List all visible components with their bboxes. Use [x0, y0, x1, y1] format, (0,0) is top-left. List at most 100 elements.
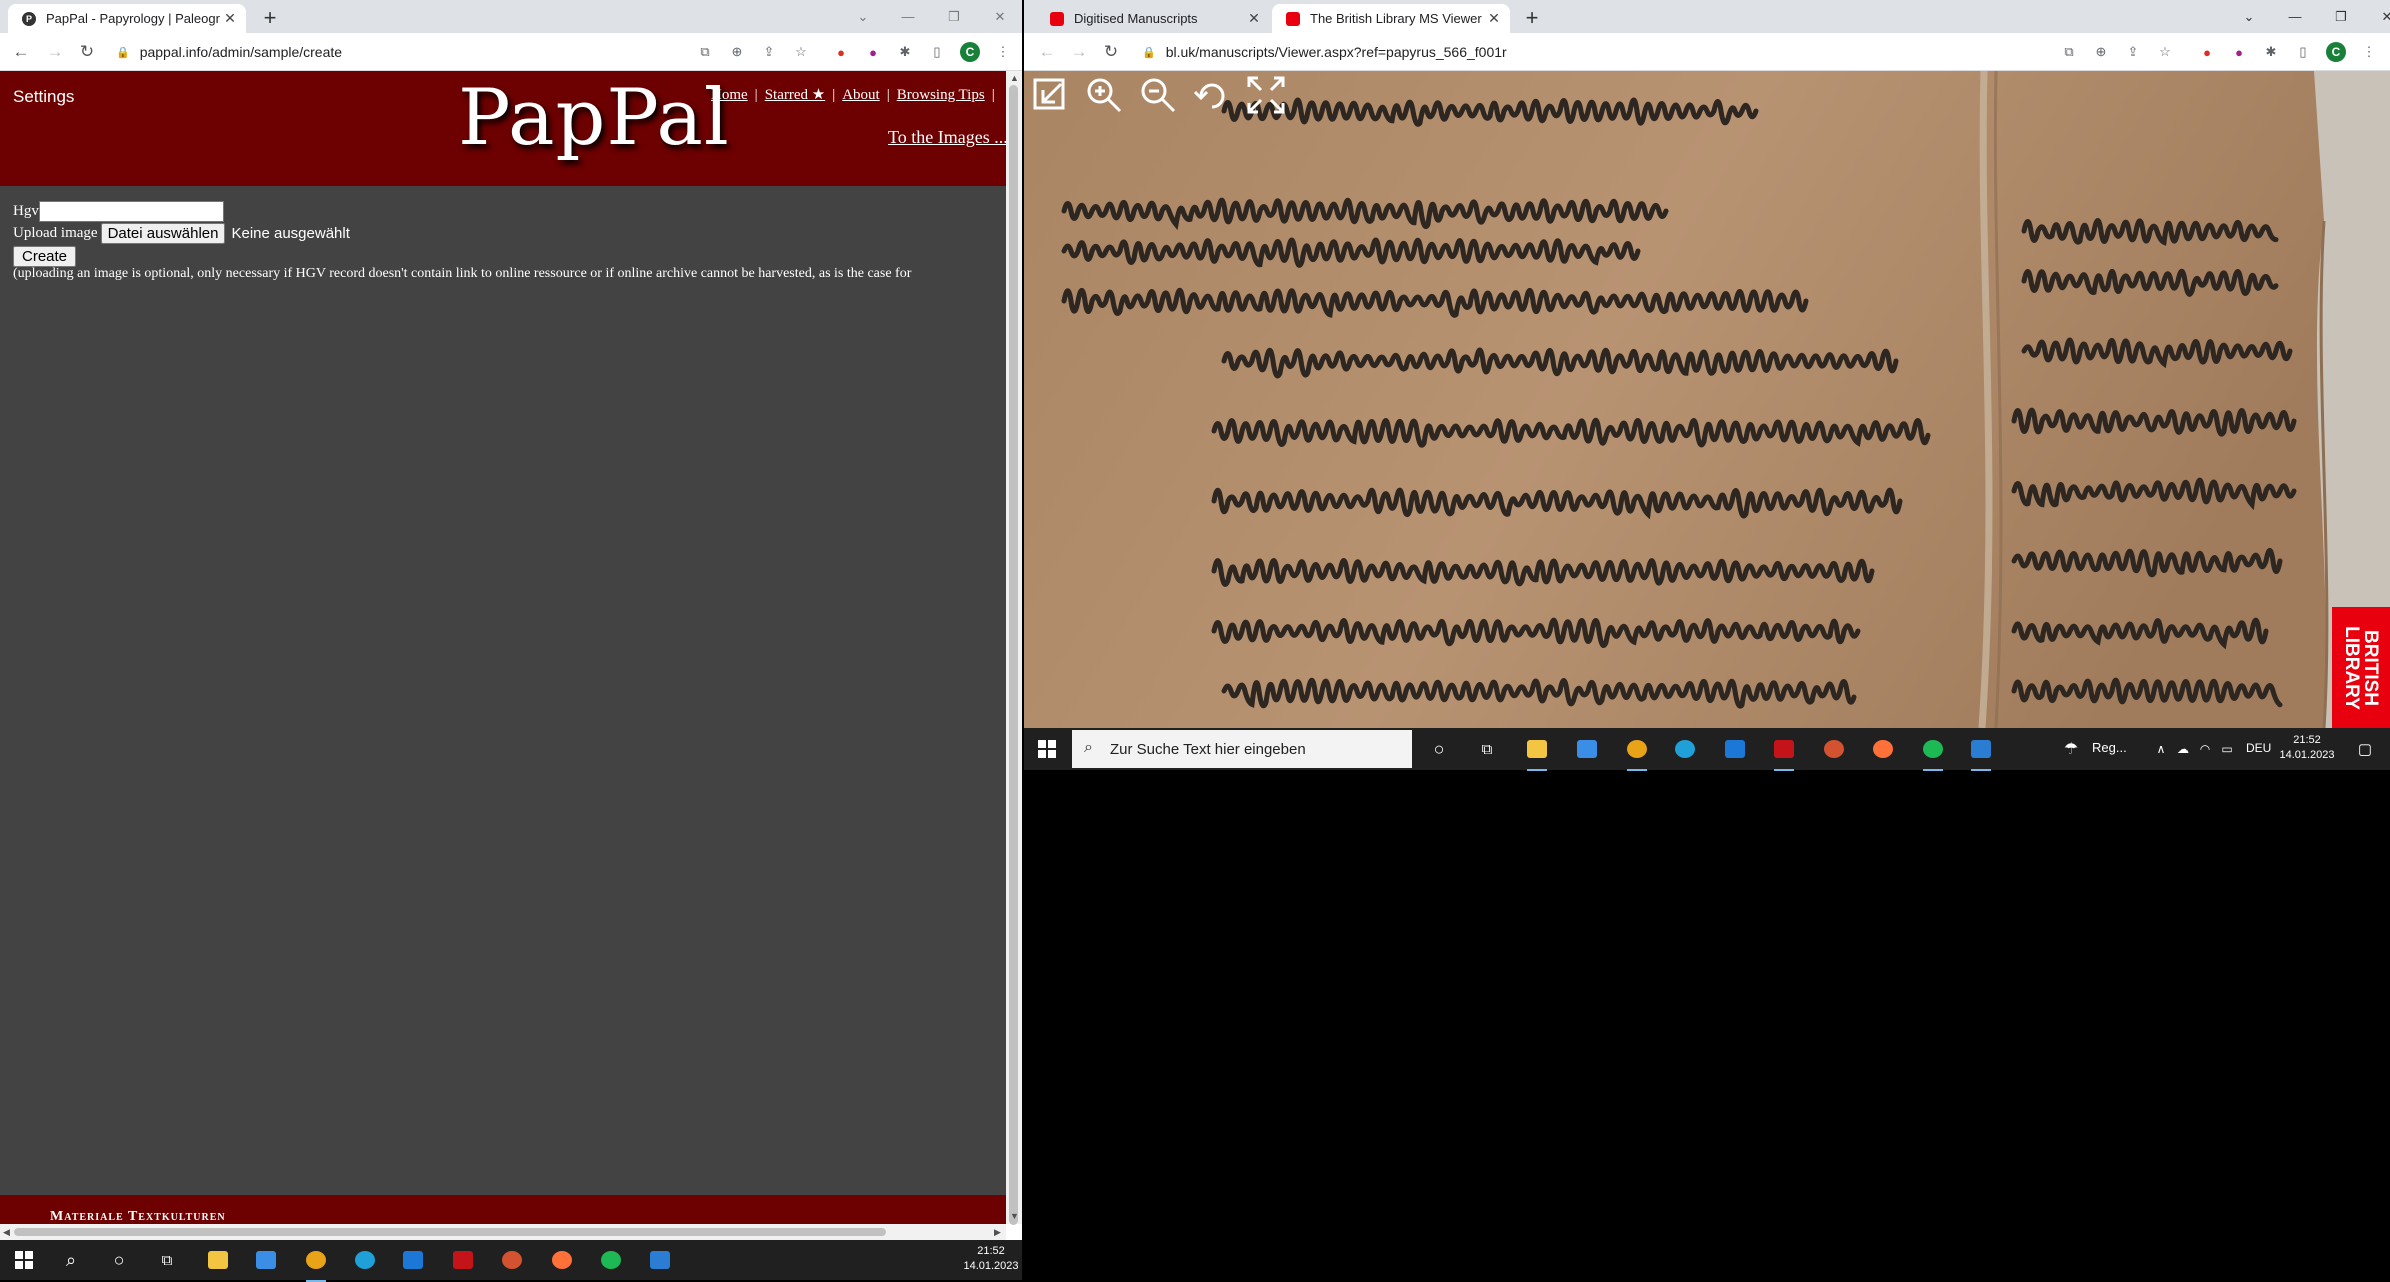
- tab-digitised-manuscripts[interactable]: Digitised Manuscripts ✕: [1032, 4, 1270, 33]
- minimize-icon[interactable]: —: [887, 0, 929, 33]
- taskbar-clock[interactable]: 21:52 14.01.2023: [956, 1244, 1026, 1274]
- share-icon[interactable]: ⇪: [758, 41, 780, 63]
- taskbar-clock[interactable]: 21:52 14.01.2023: [2272, 733, 2342, 763]
- papyrus-image[interactable]: [1024, 71, 2390, 728]
- extensions-puzzle-icon[interactable]: ✱: [2260, 41, 2282, 63]
- windows-start-icon[interactable]: [11, 1247, 37, 1273]
- extensions-puzzle-icon[interactable]: ✱: [894, 41, 916, 63]
- settings-link[interactable]: Settings: [13, 87, 74, 107]
- close-window-icon[interactable]: ✕: [979, 0, 1021, 33]
- sidepanel-icon[interactable]: ▯: [2292, 41, 2314, 63]
- weather-icon[interactable]: ☂: [2058, 736, 2084, 762]
- windows-start-icon[interactable]: [1034, 736, 1060, 762]
- sidepanel-icon[interactable]: ▯: [926, 41, 948, 63]
- restore-icon[interactable]: ❐: [933, 0, 975, 33]
- tab-search-icon[interactable]: ⌄: [2228, 0, 2270, 33]
- tab-pappal[interactable]: P PapPal - Papyrology | Paleograph ✕: [8, 4, 246, 33]
- british-library-badge[interactable]: BRITISH LIBRARY: [2332, 607, 2390, 728]
- mail-icon[interactable]: [1722, 736, 1748, 762]
- extension-red-icon[interactable]: ●: [2196, 41, 2218, 63]
- mail-icon[interactable]: [400, 1247, 426, 1273]
- exit-icon[interactable]: [1028, 73, 1072, 117]
- task-view-icon[interactable]: ⧉: [154, 1247, 180, 1273]
- zoom-in-icon[interactable]: [1082, 73, 1126, 117]
- address-bar[interactable]: 🔒 pappal.info/admin/sample/create: [116, 38, 676, 66]
- file-explorer-icon[interactable]: [1524, 736, 1550, 771]
- extension-purple-icon[interactable]: ●: [2228, 41, 2250, 63]
- reload-icon[interactable]: ↻: [74, 39, 100, 65]
- acrobat-icon[interactable]: [1771, 736, 1797, 771]
- create-button[interactable]: Create: [13, 245, 77, 267]
- task-view-icon[interactable]: ⧉: [1474, 736, 1500, 762]
- manuscript-viewer[interactable]: BRITISH LIBRARY: [1024, 71, 2390, 728]
- restore-icon[interactable]: ❐: [2320, 0, 2362, 33]
- edge-icon[interactable]: [352, 1247, 378, 1273]
- profile-avatar[interactable]: C: [960, 42, 980, 62]
- share-icon[interactable]: ⇪: [2122, 41, 2144, 63]
- extension-purple-icon[interactable]: ●: [862, 41, 884, 63]
- file-explorer-icon[interactable]: [205, 1247, 231, 1273]
- scroll-up-arrow-icon[interactable]: ▲: [1010, 73, 1019, 83]
- spotify-icon[interactable]: [598, 1247, 624, 1273]
- battery-icon[interactable]: ▭: [2214, 736, 2240, 762]
- powerpoint-icon[interactable]: [1821, 736, 1847, 762]
- new-tab-button[interactable]: +: [1518, 4, 1546, 32]
- translate-icon[interactable]: ⧉: [2058, 41, 2080, 63]
- edge-icon[interactable]: [1672, 736, 1698, 762]
- scroll-right-arrow-icon[interactable]: ▶: [994, 1227, 1001, 1238]
- horizontal-scrollbar[interactable]: ◀ ▶: [0, 1224, 1006, 1240]
- fullscreen-icon[interactable]: [1244, 73, 1288, 117]
- nav-about[interactable]: About: [842, 87, 880, 103]
- close-window-icon[interactable]: ✕: [2366, 0, 2390, 33]
- photos-icon[interactable]: [1968, 736, 1994, 771]
- new-tab-button[interactable]: +: [256, 4, 284, 32]
- menu-icon[interactable]: ⋮: [2358, 41, 2380, 63]
- horizontal-scroll-thumb[interactable]: [14, 1228, 886, 1236]
- back-icon[interactable]: ←: [8, 39, 34, 65]
- firefox-icon[interactable]: [1870, 736, 1896, 762]
- store-icon[interactable]: [253, 1247, 279, 1273]
- store-icon[interactable]: [1574, 736, 1600, 762]
- close-tab-icon[interactable]: ✕: [1244, 10, 1264, 27]
- tab-bl-ms-viewer[interactable]: The British Library MS Viewer ✕: [1272, 4, 1510, 33]
- close-tab-icon[interactable]: ✕: [1484, 10, 1504, 27]
- vertical-scrollbar[interactable]: ▲ ▼: [1006, 71, 1022, 1225]
- close-tab-icon[interactable]: ✕: [220, 10, 240, 27]
- search-icon[interactable]: ⌕: [58, 1247, 84, 1273]
- tab-search-icon[interactable]: ⌄: [842, 0, 884, 33]
- acrobat-icon[interactable]: [450, 1247, 476, 1273]
- zoom-out-icon[interactable]: [1136, 73, 1180, 117]
- pappal-logo[interactable]: PapPal: [458, 73, 730, 163]
- rotate-icon[interactable]: [1190, 73, 1234, 117]
- powerpoint-icon[interactable]: [499, 1247, 525, 1273]
- forward-icon[interactable]: →: [1066, 39, 1092, 65]
- notifications-icon[interactable]: ▢: [2352, 736, 2378, 762]
- scroll-left-arrow-icon[interactable]: ◀: [3, 1227, 10, 1238]
- zoom-icon[interactable]: ⊕: [2090, 41, 2112, 63]
- chrome-icon[interactable]: [303, 1247, 329, 1282]
- nav-starred[interactable]: Starred ★: [765, 87, 826, 103]
- forward-icon[interactable]: →: [42, 39, 68, 65]
- minimize-icon[interactable]: —: [2274, 0, 2316, 33]
- language-indicator[interactable]: DEU: [2246, 741, 2271, 755]
- nav-home[interactable]: Home: [711, 87, 748, 103]
- menu-icon[interactable]: ⋮: [992, 41, 1014, 63]
- spotify-icon[interactable]: [1920, 736, 1946, 771]
- profile-avatar[interactable]: C: [2326, 42, 2346, 62]
- address-bar[interactable]: 🔒 bl.uk/manuscripts/Viewer.aspx?ref=papy…: [1142, 38, 2042, 66]
- taskbar-search-box[interactable]: ⌕ Zur Suche Text hier eingeben: [1072, 730, 1412, 768]
- reload-icon[interactable]: ↻: [1098, 39, 1124, 65]
- choose-file-button[interactable]: Datei auswählen: [100, 222, 226, 244]
- bookmark-star-icon[interactable]: ☆: [2154, 41, 2176, 63]
- chrome-icon[interactable]: [1624, 736, 1650, 771]
- nav-browsing-tips[interactable]: Browsing Tips: [897, 87, 985, 103]
- back-icon[interactable]: ←: [1034, 39, 1060, 65]
- scroll-down-arrow-icon[interactable]: ▼: [1010, 1211, 1019, 1221]
- extension-red-icon[interactable]: ●: [830, 41, 852, 63]
- translate-icon[interactable]: ⧉: [694, 41, 716, 63]
- cortana-icon[interactable]: ○: [1426, 736, 1452, 762]
- weather-text[interactable]: Reg...: [2092, 740, 2127, 755]
- hgv-input[interactable]: [38, 200, 224, 222]
- zoom-icon[interactable]: ⊕: [726, 41, 748, 63]
- vertical-scroll-thumb[interactable]: [1009, 85, 1018, 1225]
